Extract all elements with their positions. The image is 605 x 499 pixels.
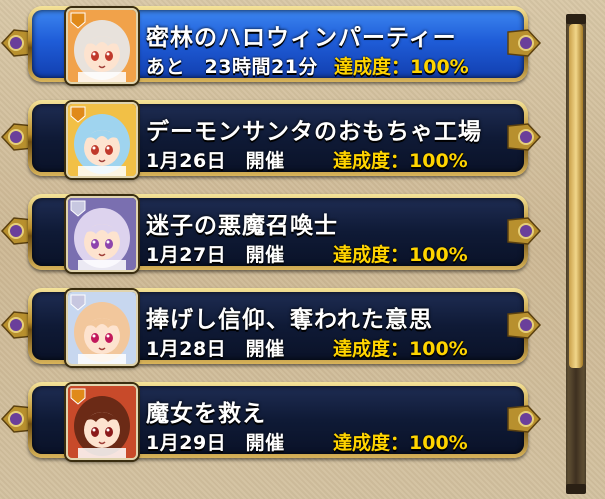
- event-row-2[interactable]: 迷子の悪魔召喚士 1月27日 開催 達成度：100%: [0, 188, 560, 276]
- ornament-right-icon: [507, 217, 542, 245]
- scrollbar-bottom-cap: [566, 484, 586, 494]
- event-date: 1月26日 開催: [146, 150, 285, 172]
- achievement-rate: 達成度：100%: [334, 56, 469, 78]
- achievement-rate: 達成度：100%: [333, 338, 468, 360]
- achievement-rate: 達成度：100%: [333, 150, 468, 172]
- character-portrait: [66, 8, 138, 84]
- achievement-rate: 達成度：100%: [333, 244, 468, 266]
- event-date: 1月29日 開催: [146, 432, 285, 454]
- event-row-1[interactable]: デーモンサンタのおもちゃ工場 1月26日 開催 達成度：100%: [0, 94, 560, 182]
- ornament-right-icon: [507, 311, 542, 339]
- event-row-3[interactable]: 捧げし信仰、奪われた意思 1月28日 開催 達成度：100%: [0, 282, 560, 370]
- character-portrait: [66, 196, 138, 272]
- achievement-rate: 達成度：100%: [333, 432, 468, 454]
- event-date: 1月28日 開催: [146, 338, 285, 360]
- event-title: 魔女を救え: [146, 401, 266, 427]
- character-portrait: [66, 102, 138, 178]
- scrollbar-thumb[interactable]: [569, 24, 583, 368]
- ornament-right-icon: [507, 29, 542, 57]
- ornament-right-icon: [507, 123, 542, 151]
- event-title: デーモンサンタのおもちゃ工場: [146, 119, 482, 145]
- scrollbar[interactable]: [566, 14, 586, 494]
- event-date: 1月27日 開催: [146, 244, 285, 266]
- event-row-4[interactable]: 魔女を救え 1月29日 開催 達成度：100%: [0, 376, 560, 464]
- character-portrait: [66, 384, 138, 460]
- scrollbar-top-cap: [566, 14, 586, 24]
- event-title: 迷子の悪魔召喚士: [146, 213, 338, 239]
- event-title: 捧げし信仰、奪われた意思: [146, 307, 433, 333]
- ornament-right-icon: [507, 405, 542, 433]
- character-portrait: [66, 290, 138, 366]
- event-time: あと 23時間21分: [146, 56, 318, 78]
- event-row-0[interactable]: 密林のハロウィンパーティー あと 23時間21分 達成度：100%: [0, 0, 560, 88]
- event-list: 密林のハロウィンパーティー あと 23時間21分 達成度：100% デーモンサン…: [0, 0, 560, 499]
- event-title: 密林のハロウィンパーティー: [146, 25, 457, 51]
